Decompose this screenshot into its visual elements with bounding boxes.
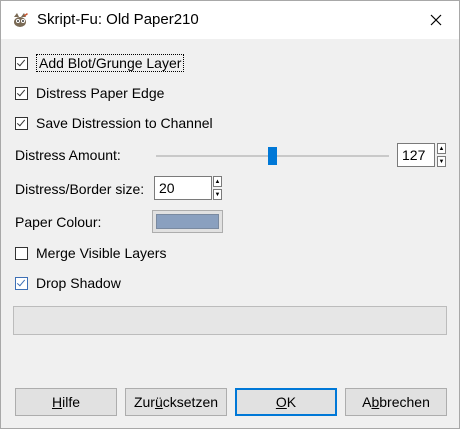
increment-button[interactable]: ▲: [437, 143, 446, 154]
help-label-post: ilfe: [62, 394, 81, 410]
distress-amount-label: Distress Amount:: [15, 147, 121, 163]
distress-edge-checkbox[interactable]: Distress Paper Edge: [15, 83, 164, 103]
distress-edge-label: Distress Paper Edge: [36, 85, 165, 101]
drop-shadow-checkbox[interactable]: Drop Shadow: [15, 273, 121, 293]
checkbox-box: [15, 246, 28, 260]
merge-visible-checkbox[interactable]: Merge Visible Layers: [15, 243, 166, 263]
title-bar: Skript-Fu: Old Paper210: [1, 1, 459, 39]
add-blot-checkbox[interactable]: Add Blot/Grunge Layer: [15, 53, 185, 73]
cancel-label-mnemonic: b: [371, 394, 380, 410]
border-size-stepper: ▲ ▼: [213, 176, 222, 200]
cancel-label-pre: A: [362, 394, 372, 410]
progress-bar: [13, 306, 447, 335]
checkbox-box: [15, 276, 28, 290]
reset-label-post: cksetzen: [162, 394, 219, 410]
reset-button[interactable]: Zur ü cksetzen: [125, 388, 227, 416]
close-icon: [430, 14, 442, 26]
checkbox-box: [15, 56, 28, 70]
border-size-value: 20: [159, 180, 175, 196]
paper-colour-label: Paper Colour:: [15, 214, 102, 230]
distress-amount-slider[interactable]: [156, 147, 389, 165]
border-size-label: Distress/Border size:: [15, 181, 145, 197]
dialog-content: Add Blot/Grunge Layer Distress Paper Edg…: [1, 39, 459, 428]
decrement-button[interactable]: ▼: [437, 156, 446, 167]
merge-visible-label: Merge Visible Layers: [36, 245, 167, 261]
ok-label-post: K: [286, 394, 297, 410]
border-size-spinbox[interactable]: 20: [154, 176, 212, 200]
gimp-wilber-icon: [14, 13, 28, 27]
cancel-button[interactable]: Ab brechen: [345, 388, 447, 416]
checkbox-box: [15, 86, 28, 100]
save-distression-checkbox[interactable]: Save Distression to Channel: [15, 113, 213, 133]
help-label-mnemonic: H: [51, 394, 63, 410]
window-title: Skript-Fu: Old Paper210: [37, 11, 199, 28]
paper-colour-button[interactable]: [152, 210, 223, 233]
colour-swatch: [156, 214, 219, 229]
distress-amount-spinbox[interactable]: 127: [397, 143, 435, 167]
checkbox-box: [15, 116, 28, 130]
dialog-window: Skript-Fu: Old Paper210 Add Blot/Grunge …: [0, 0, 460, 429]
help-button[interactable]: Hilfe: [15, 388, 117, 416]
increment-button[interactable]: ▲: [213, 176, 222, 187]
close-button[interactable]: [413, 1, 459, 39]
drop-shadow-label: Drop Shadow: [36, 275, 121, 291]
ok-button[interactable]: OK: [235, 388, 337, 416]
save-distression-label: Save Distression to Channel: [36, 115, 213, 131]
distress-amount-value: 127: [402, 147, 426, 163]
distress-amount-stepper: ▲ ▼: [437, 143, 446, 167]
decrement-button[interactable]: ▼: [213, 189, 222, 200]
ok-label-mnemonic: O: [275, 394, 287, 410]
add-blot-label: Add Blot/Grunge Layer: [36, 54, 185, 72]
cancel-label-post: brechen: [379, 394, 430, 410]
reset-label-mnemonic: ü: [154, 394, 163, 410]
reset-label-pre: Zur: [133, 394, 155, 410]
slider-thumb[interactable]: [268, 147, 277, 165]
